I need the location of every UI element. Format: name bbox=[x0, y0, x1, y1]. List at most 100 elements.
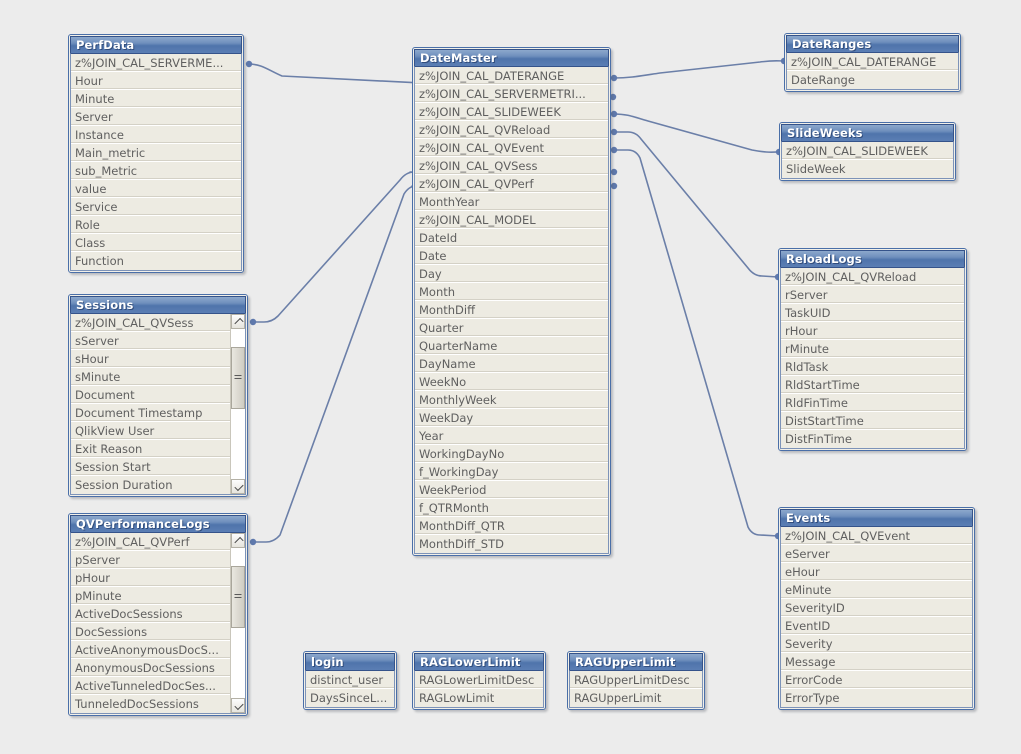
field-row[interactable]: pServer bbox=[71, 551, 230, 569]
table-dateranges[interactable]: DateRangesz%JOIN_CAL_DATERANGEDateRange bbox=[784, 33, 961, 92]
field-row[interactable]: f_WorkingDay bbox=[415, 463, 608, 481]
table-header[interactable]: Events bbox=[780, 509, 973, 526]
field-row[interactable]: RldFinTime bbox=[781, 394, 964, 412]
field-row[interactable]: z%JOIN_CAL_QVEvent bbox=[781, 527, 972, 545]
field-row[interactable]: Hour bbox=[71, 72, 241, 90]
field-row[interactable]: Instance bbox=[71, 126, 241, 144]
data-model-canvas[interactable]: PerfDataz%JOIN_CAL_SERVERME...HourMinute… bbox=[0, 0, 1021, 754]
field-row[interactable]: ActiveDocSessions bbox=[71, 605, 230, 623]
field-row[interactable]: z%JOIN_CAL_QVPerf bbox=[415, 175, 608, 193]
field-row[interactable]: z%JOIN_CAL_QVSess bbox=[415, 157, 608, 175]
field-row[interactable]: z%JOIN_CAL_QVReload bbox=[781, 268, 964, 286]
field-row[interactable]: Function bbox=[71, 252, 241, 270]
field-row[interactable]: rHour bbox=[781, 322, 964, 340]
field-row[interactable]: z%JOIN_CAL_QVEvent bbox=[415, 139, 608, 157]
table-header[interactable]: DateMaster bbox=[414, 49, 609, 66]
table-header[interactable]: DateRanges bbox=[786, 35, 959, 52]
field-row[interactable]: distinct_user bbox=[306, 671, 394, 689]
field-row[interactable]: Service bbox=[71, 198, 241, 216]
field-row[interactable]: DayName bbox=[415, 355, 608, 373]
field-row[interactable]: eHour bbox=[781, 563, 972, 581]
field-row[interactable]: WeekDay bbox=[415, 409, 608, 427]
field-row[interactable]: Document Timestamp bbox=[71, 404, 230, 422]
field-row[interactable]: sub_Metric bbox=[71, 162, 241, 180]
vertical-scrollbar[interactable] bbox=[230, 314, 245, 494]
table-sessions[interactable]: Sessionsz%JOIN_CAL_QVSesssServersHoursMi… bbox=[68, 294, 248, 497]
table-header[interactable]: PerfData bbox=[70, 36, 242, 53]
field-row[interactable]: z%JOIN_CAL_SERVERMETRI... bbox=[415, 85, 608, 103]
field-row[interactable]: Exit Reason bbox=[71, 440, 230, 458]
field-row[interactable]: Server bbox=[71, 108, 241, 126]
field-row[interactable]: Quarter bbox=[415, 319, 608, 337]
field-row[interactable]: Day bbox=[415, 265, 608, 283]
field-row[interactable]: RAGUpperLimit bbox=[570, 689, 702, 707]
field-row[interactable]: pHour bbox=[71, 569, 230, 587]
scrollbar-track[interactable] bbox=[231, 548, 245, 698]
field-row[interactable]: SlideWeek bbox=[782, 160, 953, 178]
field-row[interactable]: Date bbox=[415, 247, 608, 265]
field-row[interactable]: z%JOIN_CAL_SLIDEWEEK bbox=[415, 103, 608, 121]
table-header[interactable]: RAGLowerLimit bbox=[414, 653, 544, 670]
field-row[interactable]: pMinute bbox=[71, 587, 230, 605]
field-row[interactable]: MonthlyWeek bbox=[415, 391, 608, 409]
field-row[interactable]: Message bbox=[781, 653, 972, 671]
field-row[interactable]: Session Start bbox=[71, 458, 230, 476]
scroll-up-icon[interactable] bbox=[231, 533, 245, 548]
field-row[interactable]: rMinute bbox=[781, 340, 964, 358]
table-ragupperlimit[interactable]: RAGUpperLimitRAGUpperLimitDescRAGUpperLi… bbox=[567, 651, 705, 710]
field-row[interactable]: MonthDiff_QTR bbox=[415, 517, 608, 535]
field-row[interactable]: AnonymousDocSessions bbox=[71, 659, 230, 677]
field-row[interactable]: ActiveAnonymousDocS... bbox=[71, 641, 230, 659]
table-qvperformancelogs[interactable]: QVPerformanceLogsz%JOIN_CAL_QVPerfpServe… bbox=[68, 513, 248, 716]
field-row[interactable]: DistStartTime bbox=[781, 412, 964, 430]
table-header[interactable]: SlideWeeks bbox=[781, 124, 954, 141]
field-row[interactable]: DateRange bbox=[787, 71, 958, 89]
field-row[interactable]: Document bbox=[71, 386, 230, 404]
field-row[interactable]: WeekNo bbox=[415, 373, 608, 391]
field-row[interactable]: QlikView User bbox=[71, 422, 230, 440]
field-row[interactable]: DistFinTime bbox=[781, 430, 964, 448]
scroll-up-icon[interactable] bbox=[231, 314, 245, 329]
field-row[interactable]: ErrorType bbox=[781, 689, 972, 707]
field-row[interactable]: Severity bbox=[781, 635, 972, 653]
table-login[interactable]: logindistinct_userDaysSinceL... bbox=[303, 651, 397, 710]
field-row[interactable]: WeekPeriod bbox=[415, 481, 608, 499]
table-header[interactable]: login bbox=[305, 653, 395, 670]
field-row[interactable]: SeverityID bbox=[781, 599, 972, 617]
scrollbar-thumb[interactable] bbox=[231, 347, 245, 409]
field-row[interactable]: ActiveTunneledDocSes... bbox=[71, 677, 230, 695]
field-row[interactable]: z%JOIN_CAL_SERVERME... bbox=[71, 54, 241, 72]
field-row[interactable]: TaskUID bbox=[781, 304, 964, 322]
field-row[interactable]: z%JOIN_CAL_MODEL bbox=[415, 211, 608, 229]
field-row[interactable]: Month bbox=[415, 283, 608, 301]
field-row[interactable]: Session Duration bbox=[71, 476, 230, 494]
field-row[interactable]: DocSessions bbox=[71, 623, 230, 641]
field-row[interactable]: ErrorCode bbox=[781, 671, 972, 689]
field-row[interactable]: Minute bbox=[71, 90, 241, 108]
table-events[interactable]: Eventsz%JOIN_CAL_QVEventeServereHoureMin… bbox=[778, 507, 975, 710]
field-row[interactable]: value bbox=[71, 180, 241, 198]
field-row[interactable]: z%JOIN_CAL_QVPerf bbox=[71, 533, 230, 551]
field-row[interactable]: Main_metric bbox=[71, 144, 241, 162]
table-datemaster[interactable]: DateMasterz%JOIN_CAL_DATERANGEz%JOIN_CAL… bbox=[412, 47, 611, 556]
table-header[interactable]: Sessions bbox=[70, 296, 246, 313]
field-row[interactable]: RAGUpperLimitDesc bbox=[570, 671, 702, 689]
table-perfdata[interactable]: PerfDataz%JOIN_CAL_SERVERME...HourMinute… bbox=[68, 34, 244, 273]
field-row[interactable]: RldStartTime bbox=[781, 376, 964, 394]
field-row[interactable]: RAGLowerLimitDesc bbox=[415, 671, 543, 689]
table-reloadlogs[interactable]: ReloadLogsz%JOIN_CAL_QVReloadrServerTask… bbox=[778, 248, 967, 451]
field-row[interactable]: QuarterName bbox=[415, 337, 608, 355]
field-row[interactable]: MonthYear bbox=[415, 193, 608, 211]
table-header[interactable]: QVPerformanceLogs bbox=[70, 515, 246, 532]
scrollbar-track[interactable] bbox=[231, 329, 245, 479]
field-row[interactable]: z%JOIN_CAL_QVSess bbox=[71, 314, 230, 332]
field-row[interactable]: Role bbox=[71, 216, 241, 234]
field-row[interactable]: eServer bbox=[781, 545, 972, 563]
table-raglowerlimit[interactable]: RAGLowerLimitRAGLowerLimitDescRAGLowLimi… bbox=[412, 651, 546, 710]
scroll-down-icon[interactable] bbox=[231, 479, 245, 494]
field-row[interactable]: DaysSinceL... bbox=[306, 689, 394, 707]
field-row[interactable]: WorkingDayNo bbox=[415, 445, 608, 463]
field-row[interactable]: Class bbox=[71, 234, 241, 252]
scrollbar-thumb[interactable] bbox=[231, 566, 245, 628]
table-slideweeks[interactable]: SlideWeeksz%JOIN_CAL_SLIDEWEEKSlideWeek bbox=[779, 122, 956, 181]
